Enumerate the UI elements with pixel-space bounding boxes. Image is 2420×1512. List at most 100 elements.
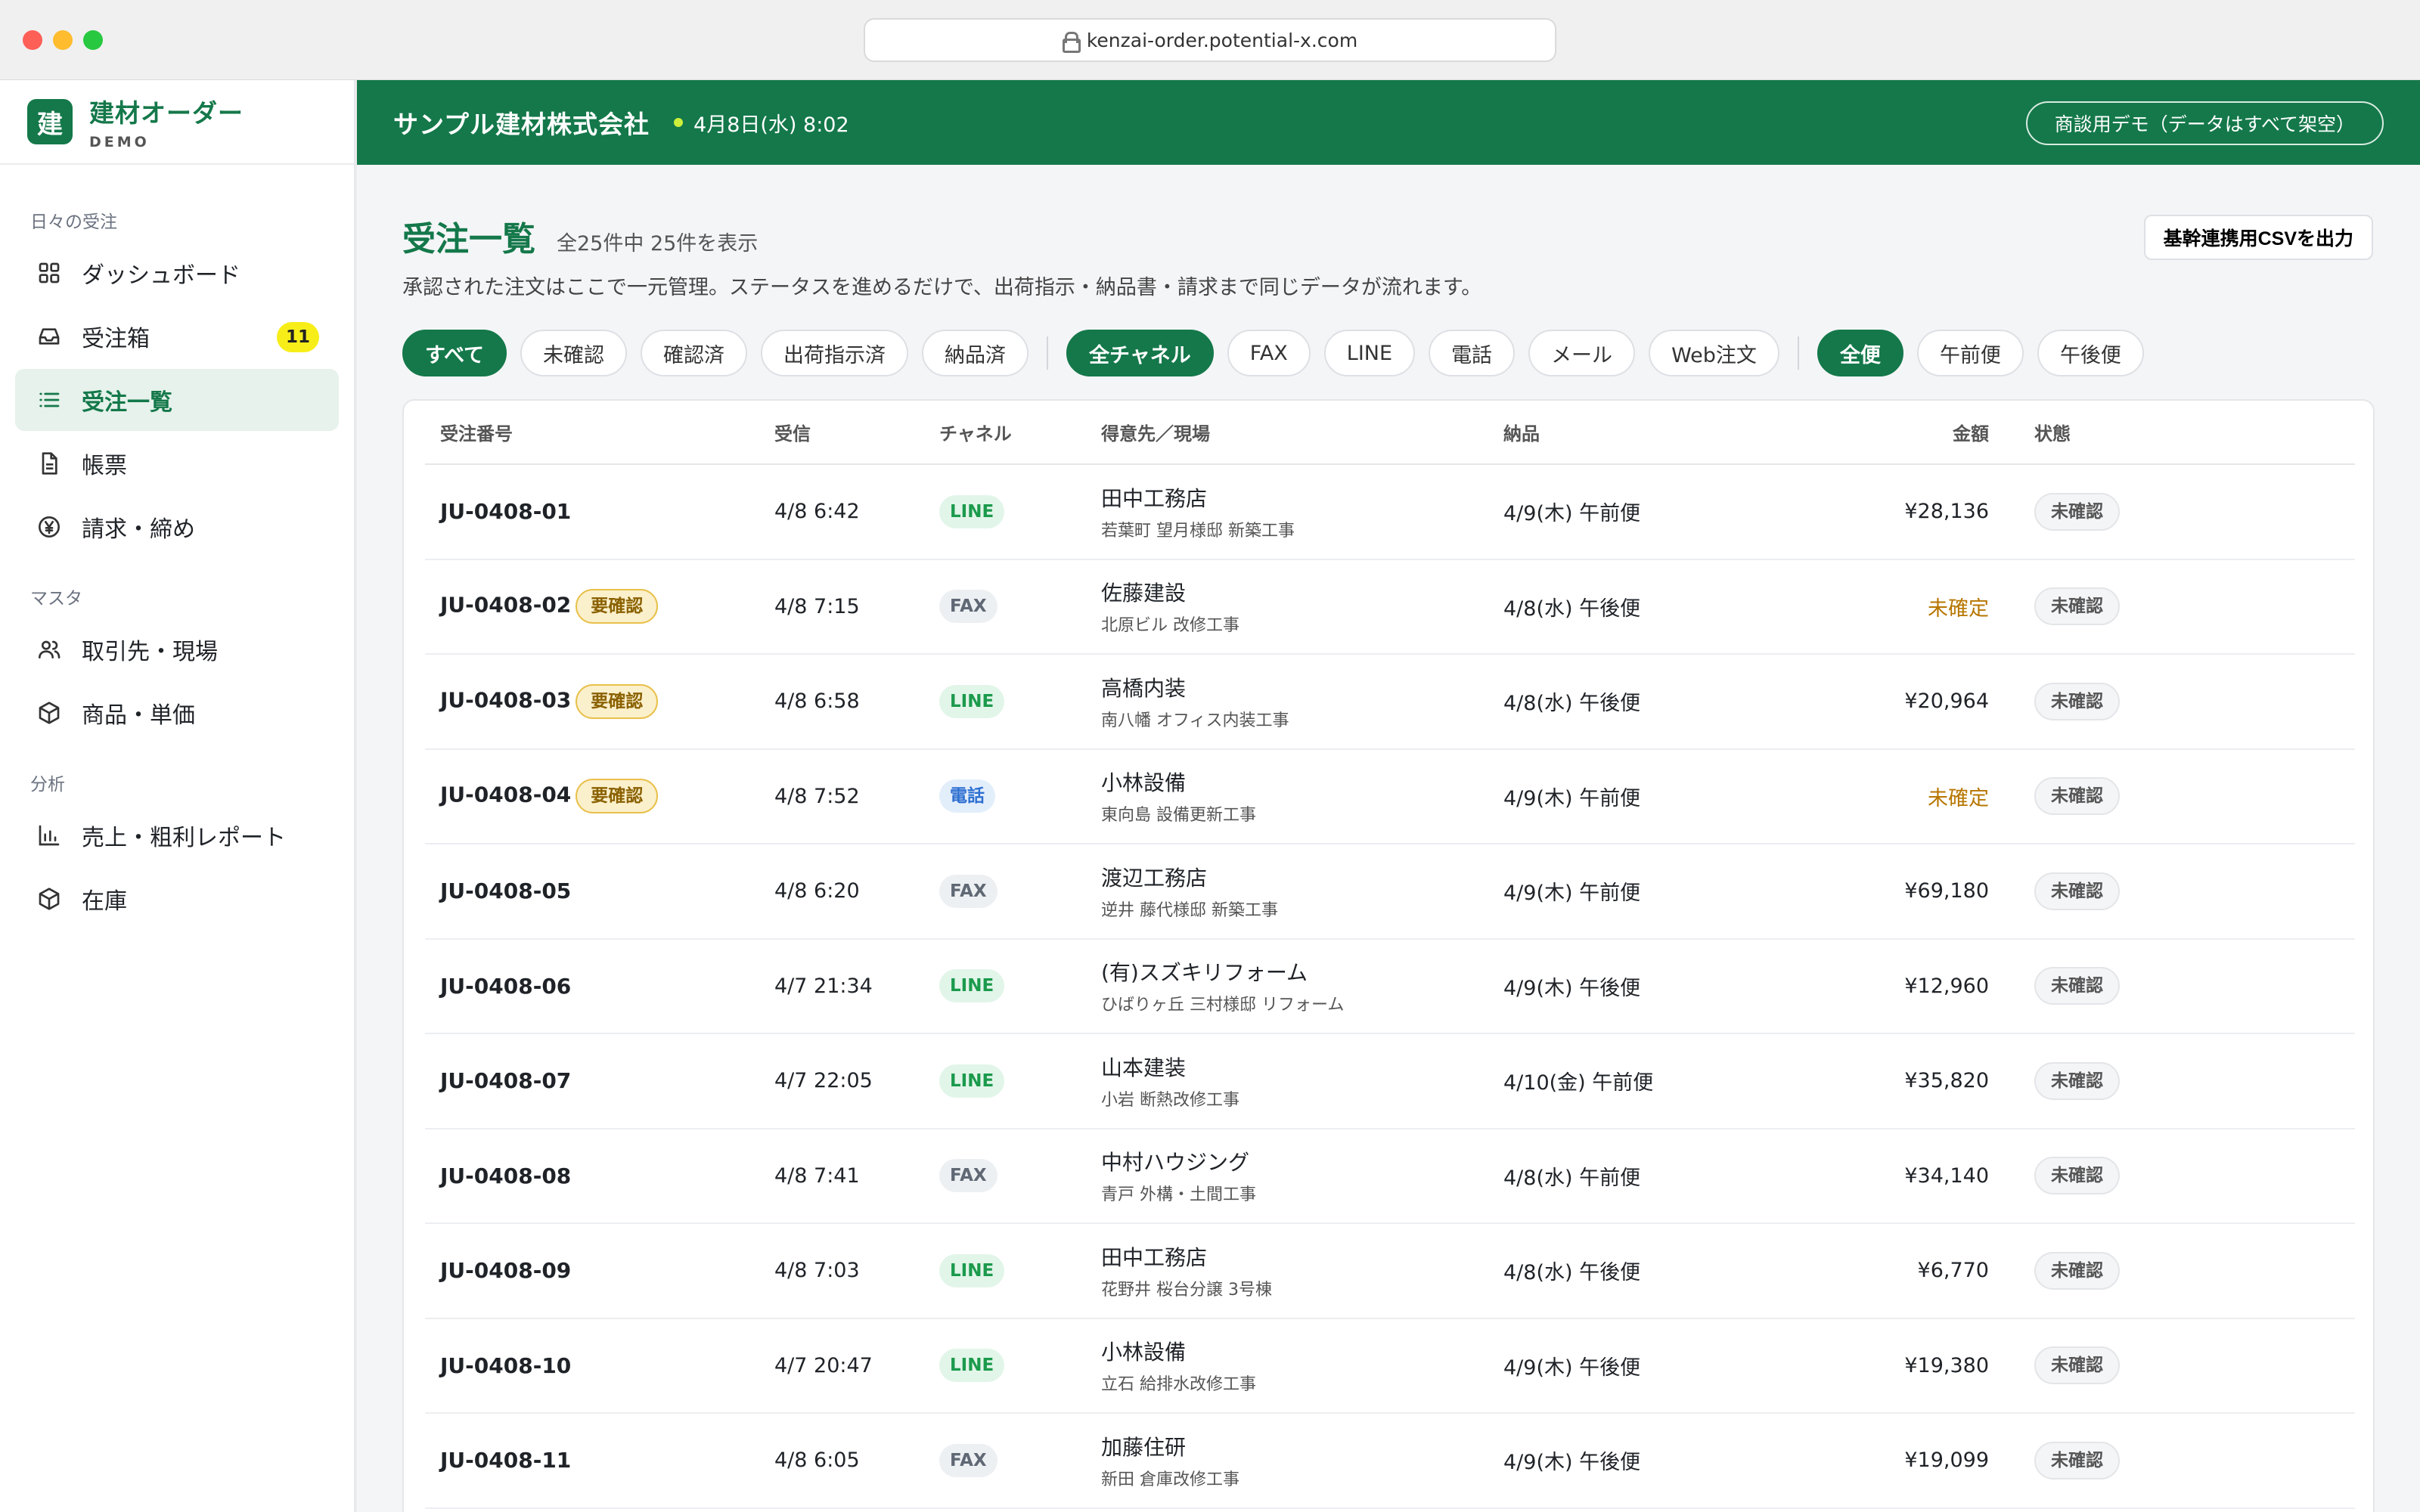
received-time: 4/8 6:58 bbox=[759, 654, 924, 750]
received-time: 4/8 7:03 bbox=[759, 1223, 924, 1319]
filter-bar: すべて 未確認 確認済 出荷指示済 納品済 全チャネル FAX LINE 電話 … bbox=[402, 330, 2144, 376]
status-badge[interactable]: 未確認 bbox=[2034, 1061, 2120, 1100]
delivery-slot: 4/9(木) 午前便 bbox=[1488, 748, 1806, 844]
order-id[interactable]: JU-0408-10 bbox=[440, 1353, 571, 1378]
table-row[interactable]: JU-0408-06 4/7 21:34 LINE (有)スズキリフォーム ひばりヶ丘 … bbox=[425, 938, 2355, 1034]
main-content: 受注一覧 全25件中 25件を表示 基幹連携用CSVを出力 承認された注文はここ… bbox=[357, 165, 2420, 1512]
current-datetime: 4月8日(水) 8:02 bbox=[693, 113, 849, 137]
order-amount: ¥6,770 bbox=[1806, 1223, 2019, 1319]
export-csv-button[interactable]: 基幹連携用CSVを出力 bbox=[2143, 215, 2373, 260]
filter-channel-all[interactable]: 全チャネル bbox=[1066, 330, 1214, 376]
order-id[interactable]: JU-0408-07 bbox=[440, 1068, 571, 1093]
table-row[interactable]: JU-0408-08 4/8 7:41 FAX 中村ハウジング 青戸 外構・土間工事 4/… bbox=[425, 1128, 2355, 1224]
channel-badge: LINE bbox=[939, 494, 1005, 528]
order-amount: ¥20,964 bbox=[1806, 654, 2019, 750]
site-name: 北原ビル 改修工事 bbox=[1101, 616, 1239, 636]
address-bar[interactable]: kenzai-order.potential-x.com bbox=[864, 18, 1556, 62]
status-badge[interactable]: 未確認 bbox=[2034, 587, 2120, 626]
close-window-button[interactable] bbox=[23, 30, 42, 50]
filter-channel-web[interactable]: Web注文 bbox=[1649, 330, 1779, 376]
status-badge[interactable]: 未確認 bbox=[2034, 777, 2120, 816]
channel-cell: FAX bbox=[924, 844, 1086, 940]
sidebar-item-label: 商品・単価 bbox=[82, 702, 195, 729]
column-header-delivery[interactable]: 納品 bbox=[1488, 401, 1806, 465]
sidebar-item-billing[interactable]: 請求・締め bbox=[15, 496, 339, 558]
status-badge[interactable]: 未確認 bbox=[2034, 1441, 2120, 1479]
table-row[interactable]: JU-0408-09 4/8 7:03 LINE 田中工務店 花野井 桜台分譲 3号棟 4… bbox=[425, 1223, 2355, 1319]
order-id[interactable]: JU-0408-04 bbox=[440, 782, 571, 807]
table-row[interactable]: JU-0408-04 要確認 4/8 7:52 電話 小林設備 東向島 設備更新工事 4/9… bbox=[425, 748, 2355, 844]
status-badge[interactable]: 未確認 bbox=[2034, 1251, 2120, 1290]
order-amount: 未確定 bbox=[1806, 748, 2019, 844]
filter-channel-phone[interactable]: 電話 bbox=[1429, 330, 1516, 376]
sidebar-item-order-list[interactable]: 受注一覧 bbox=[15, 369, 339, 431]
order-id[interactable]: JU-0408-09 bbox=[440, 1258, 571, 1283]
site-name: 南八幡 オフィス内装工事 bbox=[1101, 711, 1289, 730]
minimize-window-button[interactable] bbox=[53, 30, 73, 50]
order-id[interactable]: JU-0408-06 bbox=[440, 974, 571, 999]
table-row[interactable]: JU-0408-07 4/7 22:05 LINE 山本建装 小岩 断熱改修工事 4/10… bbox=[425, 1033, 2355, 1129]
status-badge[interactable]: 未確認 bbox=[2034, 492, 2120, 531]
users-icon bbox=[36, 637, 62, 662]
sidebar-item-sales-report[interactable]: 売上・粗利レポート bbox=[15, 804, 339, 866]
table-row[interactable]: JU-0408-11 4/8 6:05 FAX 加藤住研 新田 倉庫改修工事 4/9(木)… bbox=[425, 1413, 2355, 1509]
site-name: 新田 倉庫改修工事 bbox=[1101, 1470, 1239, 1489]
sidebar-item-inventory[interactable]: 在庫 bbox=[15, 868, 339, 930]
status-badge[interactable]: 未確認 bbox=[2034, 872, 2120, 910]
channel-badge: LINE bbox=[939, 1253, 1005, 1287]
status-badge[interactable]: 未確認 bbox=[2034, 682, 2120, 720]
filter-status-shipping-ordered[interactable]: 出荷指示済 bbox=[761, 330, 909, 376]
status-badge[interactable]: 未確認 bbox=[2034, 1346, 2120, 1385]
table-row[interactable]: JU-0408-05 4/8 6:20 FAX 渡辺工務店 逆井 藤代様邸 新築工事 4/… bbox=[425, 844, 2355, 940]
filter-delivery-all[interactable]: 全便 bbox=[1817, 330, 1903, 376]
sidebar-item-dashboard[interactable]: ダッシュボード bbox=[15, 242, 339, 304]
table-row[interactable]: JU-0408-02 要確認 4/8 7:15 FAX 佐藤建設 北原ビル 改修工事 4/8… bbox=[425, 559, 2355, 655]
order-id[interactable]: JU-0408-02 bbox=[440, 593, 571, 618]
status-cell: 未確認 bbox=[2019, 1128, 2355, 1224]
filter-delivery-afternoon[interactable]: 午後便 bbox=[2037, 330, 2144, 376]
table-row[interactable]: JU-0408-03 要確認 4/8 6:58 LINE 高橋内装 南八幡 オフィス内装工… bbox=[425, 654, 2355, 750]
order-id[interactable]: JU-0408-05 bbox=[440, 878, 571, 903]
order-id-cell: JU-0408-05 bbox=[425, 844, 759, 940]
filter-channel-line[interactable]: LINE bbox=[1323, 330, 1416, 376]
order-id-cell: JU-0408-07 bbox=[425, 1033, 759, 1129]
order-id[interactable]: JU-0408-08 bbox=[440, 1163, 571, 1188]
filter-delivery-morning[interactable]: 午前便 bbox=[1916, 330, 2024, 376]
order-id[interactable]: JU-0408-03 bbox=[440, 687, 571, 712]
nav-section-title: 日々の受注 bbox=[30, 212, 117, 232]
column-header-status[interactable]: 状態 bbox=[2019, 401, 2355, 465]
order-amount: ¥69,180 bbox=[1806, 844, 2019, 940]
document-icon bbox=[36, 451, 62, 476]
sidebar-item-inbox[interactable]: 受注箱 11 bbox=[15, 305, 339, 367]
column-header-amount[interactable]: 金額 bbox=[1806, 401, 2019, 465]
filter-status-unconfirmed[interactable]: 未確認 bbox=[520, 330, 628, 376]
channel-cell: LINE bbox=[924, 1033, 1086, 1129]
needs-review-badge: 要確認 bbox=[576, 589, 659, 624]
sidebar-item-products[interactable]: 商品・単価 bbox=[15, 682, 339, 744]
table-row[interactable]: JU-0408-10 4/7 20:47 LINE 小林設備 立石 給排水改修工事 4/9… bbox=[425, 1318, 2355, 1414]
order-id[interactable]: JU-0408-01 bbox=[440, 499, 571, 524]
filter-status-confirmed[interactable]: 確認済 bbox=[641, 330, 748, 376]
column-header-order-id[interactable]: 受注番号 bbox=[425, 401, 759, 465]
filter-status-all[interactable]: すべて bbox=[402, 330, 507, 376]
order-id[interactable]: JU-0408-11 bbox=[440, 1448, 571, 1473]
filter-divider bbox=[1797, 336, 1799, 370]
maximize-window-button[interactable] bbox=[83, 30, 103, 50]
status-badge[interactable]: 未確認 bbox=[2034, 967, 2120, 1005]
filter-channel-email[interactable]: メール bbox=[1528, 330, 1636, 376]
brand[interactable]: 建 建材オーダー DEMO bbox=[0, 80, 354, 165]
sidebar-item-customers[interactable]: 取引先・現場 bbox=[15, 618, 339, 680]
table-row[interactable]: JU-0408-01 4/8 6:42 LINE 田中工務店 若葉町 望月様邸 新築工事… bbox=[425, 464, 2355, 560]
filter-channel-fax[interactable]: FAX bbox=[1227, 330, 1311, 376]
column-header-received[interactable]: 受信 bbox=[759, 401, 924, 465]
sidebar-item-documents[interactable]: 帳票 bbox=[15, 432, 339, 494]
column-header-customer[interactable]: 得意先／現場 bbox=[1086, 401, 1488, 465]
filter-status-delivered[interactable]: 納品済 bbox=[922, 330, 1029, 376]
site-name: 立石 給排水改修工事 bbox=[1101, 1375, 1256, 1395]
delivery-slot: 4/9(木) 午前便 bbox=[1488, 844, 1806, 940]
column-header-channel[interactable]: チャネル bbox=[924, 401, 1086, 465]
order-amount: ¥34,140 bbox=[1806, 1128, 2019, 1224]
customer-name: 佐藤建設 bbox=[1101, 581, 1187, 606]
status-cell: 未確認 bbox=[2019, 654, 2355, 750]
status-badge[interactable]: 未確認 bbox=[2034, 1157, 2120, 1195]
